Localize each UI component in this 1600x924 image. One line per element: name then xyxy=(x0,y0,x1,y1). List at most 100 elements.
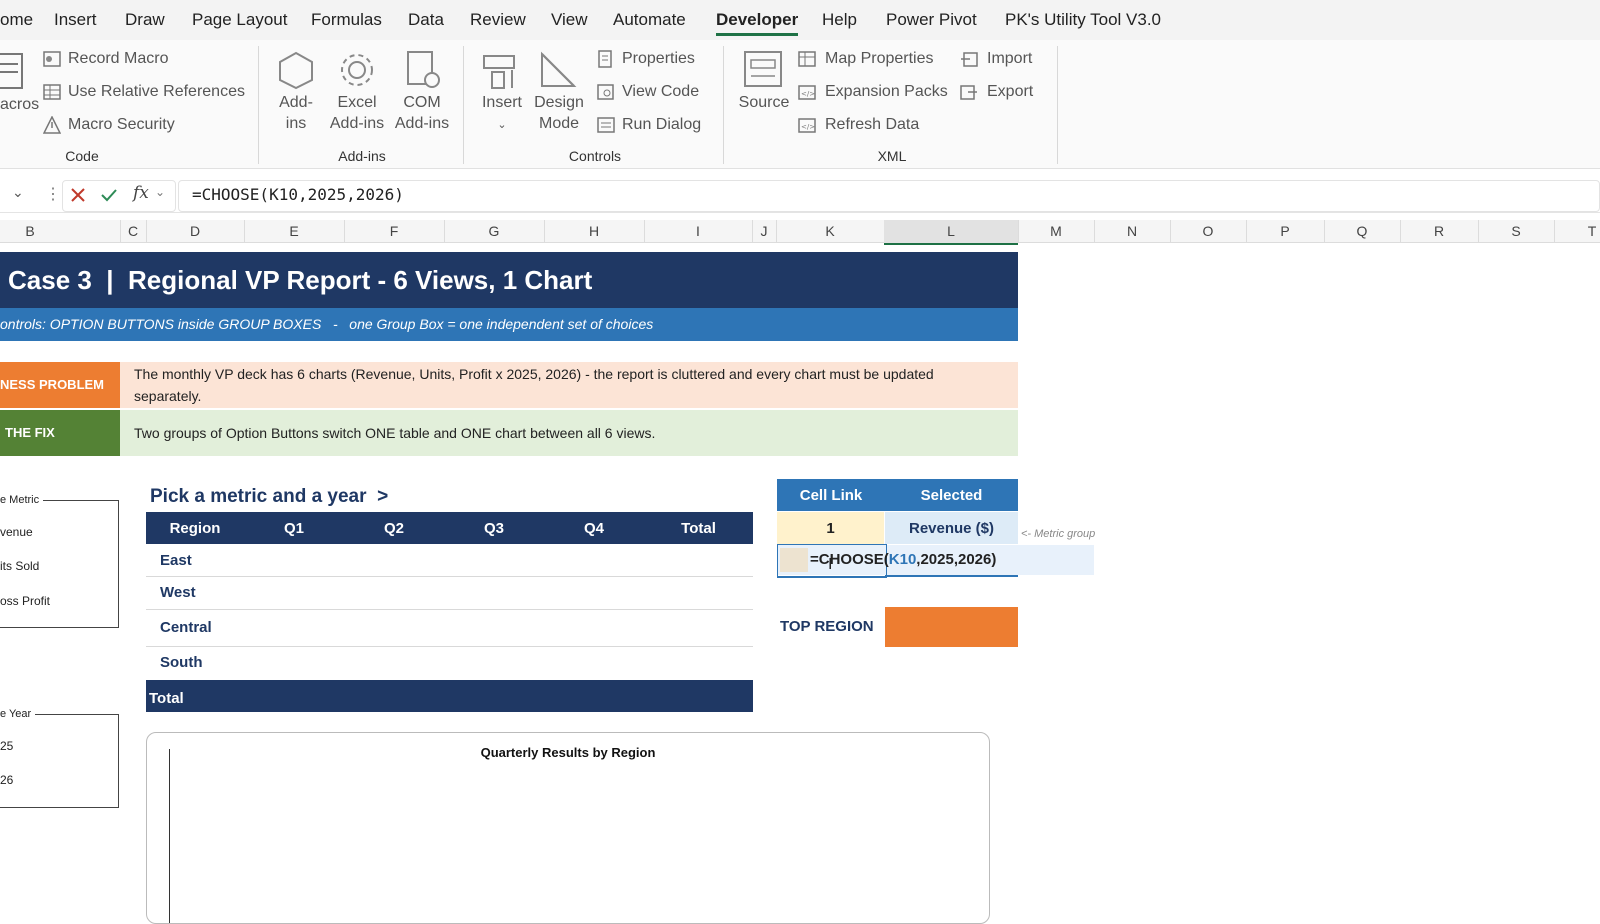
chart-area[interactable]: Quarterly Results by Region xyxy=(146,732,990,924)
year-option-2025[interactable]: 25 xyxy=(0,739,13,753)
table-header: Q4 xyxy=(583,520,604,537)
year-group-box[interactable]: e Year 25 26 xyxy=(0,708,119,808)
name-box-dropdown-icon[interactable]: ⌄ xyxy=(12,184,24,201)
enter-check-icon[interactable] xyxy=(100,187,118,203)
properties-button[interactable]: Properties xyxy=(622,50,695,68)
com-add-ins-button[interactable]: COM Add-ins xyxy=(390,92,454,134)
col-header-m[interactable]: M xyxy=(1018,223,1094,239)
table-header: Q3 xyxy=(483,520,504,537)
table-row-central[interactable]: Central xyxy=(160,619,212,636)
more-options-icon[interactable]: ⋮ xyxy=(45,184,61,204)
col-header-l[interactable]: L xyxy=(884,220,1018,245)
table-total-row[interactable]: Total xyxy=(146,680,753,712)
col-header-b[interactable]: B xyxy=(0,223,60,239)
tab-automate[interactable]: Automate xyxy=(613,10,686,30)
col-header-r[interactable]: R xyxy=(1400,223,1478,239)
chart-axis xyxy=(169,749,170,923)
link-value-cell[interactable]: 1 xyxy=(777,512,884,544)
fix-text: Two groups of Option Buttons switch ONE … xyxy=(134,425,656,441)
group-label-code: Code xyxy=(65,148,99,164)
map-properties-button[interactable]: Map Properties xyxy=(825,50,934,68)
expansion-packs-icon: </> xyxy=(798,85,816,100)
editing-formula[interactable]: =CHOOSE(K10,2025,2026) xyxy=(810,551,996,568)
source-button[interactable]: Source xyxy=(736,92,792,113)
tab-data[interactable]: Data xyxy=(408,10,444,30)
col-header-o[interactable]: O xyxy=(1170,223,1246,239)
metric-option-profit[interactable]: oss Profit xyxy=(0,594,50,608)
subtitle-banner: ontrols: OPTION BUTTONS inside GROUP BOX… xyxy=(0,308,1018,341)
run-dialog-button[interactable]: Run Dialog xyxy=(622,116,701,134)
problem-label: NESS PROBLEM xyxy=(0,377,105,392)
macros-button[interactable]: acros xyxy=(0,96,39,114)
col-header-q[interactable]: Q xyxy=(1324,223,1400,239)
table-row-east[interactable]: East xyxy=(160,552,192,569)
table-header: Q2 xyxy=(383,520,404,537)
xml-source-icon xyxy=(744,51,782,87)
relative-references-icon xyxy=(43,84,61,100)
col-header-n[interactable]: N xyxy=(1094,223,1170,239)
tab-home[interactable]: ome xyxy=(0,10,33,30)
tab-help[interactable]: Help xyxy=(822,10,857,30)
active-tab-underline xyxy=(716,33,798,36)
metric-group-title: e Metric xyxy=(0,494,44,506)
metric-group-box[interactable]: e Metric venue its Sold oss Profit xyxy=(0,494,119,628)
table-row-west[interactable]: West xyxy=(160,584,196,601)
table-row-south[interactable]: South xyxy=(160,654,203,671)
link-value: 1 xyxy=(826,520,835,537)
export-button[interactable]: Export xyxy=(987,83,1033,101)
insert-function-icon[interactable]: fx xyxy=(133,183,149,203)
import-button[interactable]: Import xyxy=(987,50,1032,68)
refresh-data-icon: </> xyxy=(798,118,816,133)
group-separator xyxy=(463,46,464,164)
com-add-ins-icon xyxy=(407,51,440,88)
refresh-data-button[interactable]: Refresh Data xyxy=(825,116,919,134)
col-header-t[interactable]: T xyxy=(1554,223,1600,239)
col-header-s[interactable]: S xyxy=(1478,223,1554,239)
col-header-i[interactable]: I xyxy=(644,223,752,239)
col-header-e[interactable]: E xyxy=(244,223,344,239)
run-dialog-icon xyxy=(597,117,615,133)
tab-developer[interactable]: Developer xyxy=(716,10,798,30)
link-selected-cell[interactable]: Revenue ($) xyxy=(885,512,1018,544)
tab-view[interactable]: View xyxy=(551,10,588,30)
tab-page-layout[interactable]: Page Layout xyxy=(192,10,287,30)
tab-insert[interactable]: Insert xyxy=(54,10,97,30)
tab-formulas[interactable]: Formulas xyxy=(311,10,382,30)
use-relative-references-button[interactable]: Use Relative References xyxy=(68,83,245,101)
design-mode-button[interactable]: Design Mode xyxy=(527,92,591,134)
view-code-icon xyxy=(597,84,614,100)
tab-draw[interactable]: Draw xyxy=(125,10,165,30)
svg-text:</>: </> xyxy=(801,123,815,131)
metric-group-note: <- Metric group xyxy=(1021,528,1096,540)
add-ins-button[interactable]: Add-ins xyxy=(272,92,320,134)
problem-text-line1: The monthly VP deck has 6 charts (Revenu… xyxy=(134,366,934,382)
col-header-h[interactable]: H xyxy=(544,223,644,239)
function-dropdown-icon[interactable]: ⌄ xyxy=(155,185,165,199)
metric-option-revenue[interactable]: venue xyxy=(0,525,33,539)
col-header-c[interactable]: C xyxy=(120,223,146,239)
record-macro-button[interactable]: Record Macro xyxy=(68,50,168,68)
chart-title: Quarterly Results by Region xyxy=(480,745,656,760)
gear-icon xyxy=(341,54,373,86)
col-header-k[interactable]: K xyxy=(776,223,884,239)
view-code-button[interactable]: View Code xyxy=(622,83,699,101)
col-header-f[interactable]: F xyxy=(344,223,444,239)
tab-review[interactable]: Review xyxy=(470,10,526,30)
tab-pk-utility[interactable]: PK's Utility Tool V3.0 xyxy=(1005,10,1161,30)
insert-controls-button[interactable]: Insert ⌄ xyxy=(478,92,526,136)
col-header-d[interactable]: D xyxy=(146,223,244,239)
col-header-j[interactable]: J xyxy=(752,223,776,239)
expansion-packs-button[interactable]: Expansion Packs xyxy=(825,83,948,101)
excel-add-ins-button[interactable]: Excel Add-ins xyxy=(325,92,389,134)
col-header-g[interactable]: G xyxy=(444,223,544,239)
year-option-2026[interactable]: 26 xyxy=(0,773,13,787)
tab-power-pivot[interactable]: Power Pivot xyxy=(886,10,977,30)
macro-security-button[interactable]: Macro Security xyxy=(68,116,175,134)
cancel-icon[interactable] xyxy=(70,187,86,203)
formula-text[interactable]: =CHOOSE(K10,2025,2026) xyxy=(192,185,404,204)
col-header-p[interactable]: P xyxy=(1246,223,1324,239)
warning-icon xyxy=(43,116,61,134)
top-region-value[interactable] xyxy=(885,607,1018,647)
metric-option-units[interactable]: its Sold xyxy=(0,559,39,573)
top-region-label: TOP REGION xyxy=(780,618,874,635)
